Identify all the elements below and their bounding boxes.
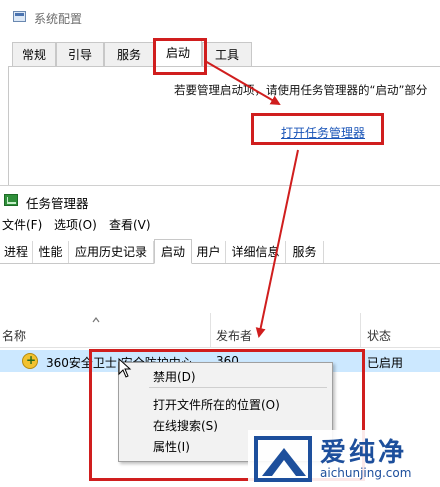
watermark-brand: 爱纯净 bbox=[320, 438, 408, 468]
red-arrows bbox=[204, 60, 299, 338]
watermark: 爱纯净 aichunjing.com bbox=[248, 430, 440, 487]
arrow-to-menu bbox=[255, 149, 299, 338]
arrow-to-link bbox=[204, 60, 281, 106]
watermark-url: aichunjing.com bbox=[320, 466, 412, 480]
watermark-logo-icon bbox=[254, 436, 312, 482]
